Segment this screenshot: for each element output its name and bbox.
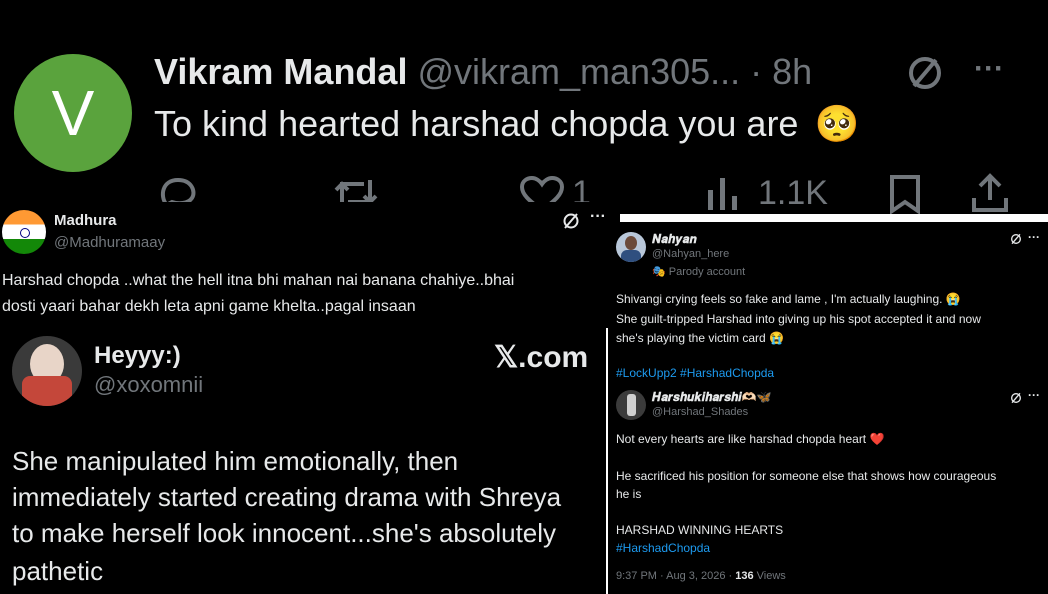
author-name[interactable]: Vikram Mandal	[154, 51, 407, 92]
bookmark-icon[interactable]	[888, 174, 922, 214]
parody-label: Parody account	[668, 266, 746, 278]
grok-icon[interactable]	[1010, 233, 1022, 245]
views-count: 136	[735, 570, 754, 582]
tweet-text-line1: Shivangi crying feels so fake and lame ,…	[616, 292, 961, 306]
views-count: 1.1K	[758, 174, 828, 212]
views-label: Views	[753, 570, 786, 582]
tweet-text: To kind hearted harshad chopda you are	[154, 103, 799, 144]
tweet-text-line1: Not every hearts are like harshad chopda…	[616, 432, 885, 446]
avatar[interactable]	[616, 232, 646, 262]
tweet-heyyy: Heyyy:) @xoxomnii 𝕏.com She manipulated …	[0, 328, 606, 594]
grok-icon[interactable]	[906, 54, 944, 92]
tweet-harshu: 𝑯𝒂𝒓𝒔𝒉𝒖𝒌𝒊𝒉𝒂𝒓𝒔𝒉𝒊🫶🏻🦋 @Harshad_Shades ··· No…	[608, 384, 1048, 594]
views-icon[interactable]	[706, 176, 744, 210]
more-icon[interactable]: ···	[974, 52, 1004, 86]
tweet-text-line1: Harshad chopda ..what the hell itna bhi …	[2, 272, 515, 289]
tweet-text-line2: dosti yaari bahar dekh leta apni game kh…	[2, 298, 416, 315]
avatar[interactable]	[2, 210, 46, 254]
tweet-text-line2: He sacrificed his position for someone e…	[616, 469, 997, 483]
author-handle[interactable]: @Madhuramaay	[54, 234, 165, 251]
author-name[interactable]: 𝑵𝒂𝒉𝒚𝒂𝒏	[652, 232, 697, 247]
author-handle[interactable]: @Harshad_Shades	[652, 406, 748, 418]
avatar[interactable]: V	[14, 54, 132, 172]
hashtag-link[interactable]: #HarshadChopda	[616, 541, 710, 555]
more-icon[interactable]: ···	[590, 208, 606, 226]
hashtag-links[interactable]: #LockUpp2 #HarshadChopda	[616, 366, 774, 380]
tweet-nahyan: 𝑵𝒂𝒉𝒚𝒂𝒏 @Nahyan_here 🎭 Parody account ···…	[608, 222, 1048, 392]
grok-icon[interactable]	[562, 212, 580, 230]
author-handle[interactable]: @xoxomnii	[94, 372, 203, 398]
author-handle[interactable]: @Nahyan_here	[652, 248, 729, 260]
x-brand-logo: 𝕏.com	[494, 341, 589, 374]
grok-icon[interactable]	[1010, 392, 1022, 404]
tweet-text-line3: he is	[616, 487, 642, 501]
author-name[interactable]: Heyyy:)	[94, 342, 181, 370]
avatar-letter: V	[51, 77, 95, 149]
more-icon[interactable]: ···	[1028, 388, 1040, 402]
author-name[interactable]: 𝑯𝒂𝒓𝒔𝒉𝒖𝒌𝒊𝒉𝒂𝒓𝒔𝒉𝒊🫶🏻🦋	[652, 390, 771, 405]
parody-mask-icon: 🎭	[652, 266, 666, 278]
author-handle[interactable]: @vikram_man305...	[417, 51, 740, 92]
tweet-timestamp[interactable]: 9:37 PM · Aug 3, 2026 ·	[616, 570, 735, 582]
tweet-text-line2: immediately started creating drama with …	[12, 482, 562, 512]
tweet-time[interactable]: · 8h	[750, 51, 812, 92]
avatar[interactable]	[12, 336, 82, 406]
tweet-text-line4: HARSHAD WINNING HEARTS	[616, 523, 784, 537]
tweet-text-line3: she's playing the victim card 😭	[616, 331, 784, 345]
share-icon[interactable]	[970, 172, 1010, 214]
tweet-text-line1: She manipulated him emotionally, then	[12, 446, 459, 476]
tweet-text-line4: pathetic	[12, 556, 104, 586]
pleading-emoji: 🥺	[814, 103, 860, 144]
avatar[interactable]	[616, 390, 646, 420]
tweet-vikram: V Vikram Mandal @vikram_man305... · 8h ·…	[0, 0, 1048, 214]
tweet-text-line2: She guilt-tripped Harshad into giving up…	[616, 312, 981, 326]
tweet-madhura: Madhura @Madhuramaay ··· Harshad chopda …	[0, 202, 620, 328]
more-icon[interactable]: ···	[1028, 230, 1040, 244]
author-name[interactable]: Madhura	[54, 212, 117, 229]
tweet-text-line3: to make herself look innocent...she's ab…	[12, 518, 557, 548]
